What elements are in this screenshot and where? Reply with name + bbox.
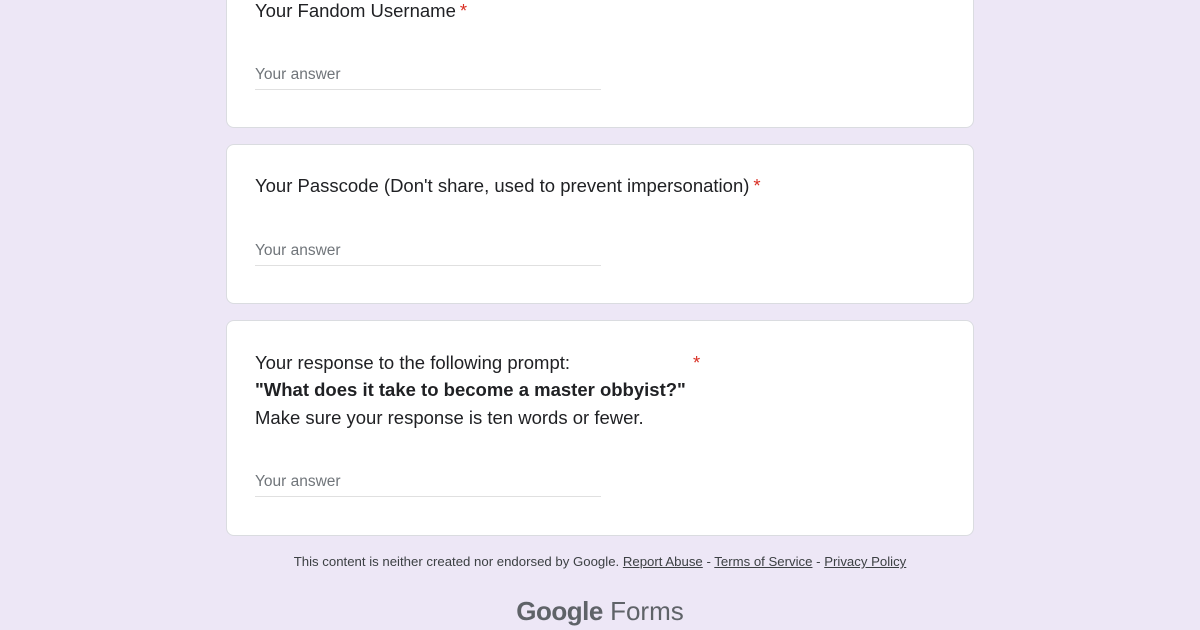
report-abuse-link[interactable]: Report Abuse bbox=[623, 554, 703, 569]
footer-disclaimer: This content is neither created nor endo… bbox=[0, 554, 1200, 569]
question-title-text: Your Fandom Username bbox=[255, 0, 456, 21]
forms-wordmark: Forms bbox=[610, 596, 684, 626]
disclaimer-text: This content is neither created nor endo… bbox=[293, 554, 620, 569]
question-card-prompt: Your response to the following prompt: *… bbox=[226, 320, 974, 536]
question-card-passcode: Your Passcode (Don't share, used to prev… bbox=[226, 144, 974, 304]
form-page: Your Fandom Username* Your Passcode (Don… bbox=[0, 0, 1200, 630]
terms-of-service-link[interactable]: Terms of Service bbox=[714, 554, 812, 569]
question-title-passcode: Your Passcode (Don't share, used to prev… bbox=[255, 175, 761, 197]
prompt-line-instructions: Make sure your response is ten words or … bbox=[255, 407, 644, 428]
username-input[interactable] bbox=[255, 61, 601, 90]
required-asterisk: * bbox=[693, 352, 701, 373]
prompt-line-question: "What does it take to become a master ob… bbox=[255, 379, 686, 400]
passcode-input[interactable] bbox=[255, 237, 601, 266]
privacy-policy-link[interactable]: Privacy Policy bbox=[824, 554, 906, 569]
separator: - bbox=[812, 554, 825, 569]
required-asterisk: * bbox=[459, 0, 468, 21]
google-forms-logo[interactable]: Google Forms bbox=[0, 596, 1200, 627]
prompt-line-intro: Your response to the following prompt: bbox=[255, 352, 571, 373]
google-wordmark: Google bbox=[516, 596, 603, 626]
question-title-text: Your Passcode (Don't share, used to prev… bbox=[255, 175, 750, 196]
separator: - bbox=[702, 554, 715, 569]
required-asterisk: * bbox=[753, 175, 761, 196]
prompt-response-input[interactable] bbox=[255, 468, 601, 497]
question-card-username: Your Fandom Username * bbox=[226, 0, 974, 128]
question-title-username: Your Fandom Username * bbox=[255, 0, 467, 22]
